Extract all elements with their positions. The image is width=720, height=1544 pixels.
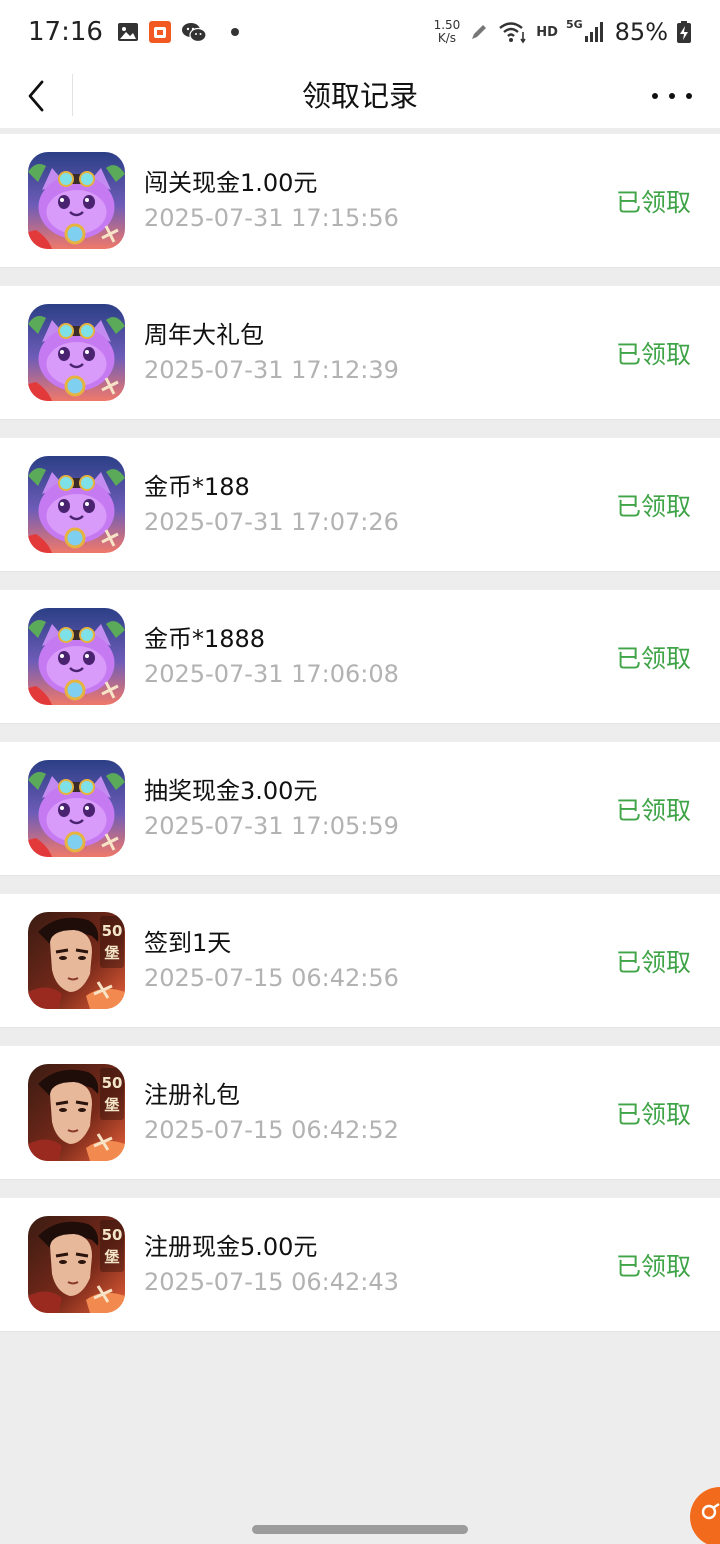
floating-assistant-button[interactable]: [690, 1487, 720, 1544]
record-status: 已领取: [615, 947, 691, 977]
record-row[interactable]: 金币*188 2025-07-31 17:07:26 已领取: [0, 438, 720, 572]
speed-unit: K/s: [437, 31, 457, 45]
gallery-icon: [117, 23, 138, 41]
taobao-app-icon: [148, 21, 171, 43]
record-text: 签到1天 2025-07-15 06:42:56: [144, 927, 616, 995]
chevron-left-icon: [28, 80, 44, 112]
record-time: 2025-07-31 17:06:08: [144, 659, 399, 688]
record-status: 已领取: [615, 187, 691, 217]
cat-game-icon: [28, 304, 125, 401]
cat-game-icon: [28, 760, 125, 857]
hd-indicator: HD: [536, 24, 558, 40]
record-text: 金币*188 2025-07-31 17:07:26: [144, 471, 616, 539]
more-dot-icon: [669, 93, 675, 99]
system-indicators: 1.50 K/s HD 5G 85%: [434, 18, 692, 46]
record-time: 2025-07-15 06:42:43: [144, 1267, 399, 1296]
record-status: 已领取: [615, 339, 691, 369]
back-button[interactable]: [0, 64, 72, 128]
record-status: 已领取: [615, 643, 691, 673]
notification-icons: [117, 21, 239, 43]
record-text: 注册礼包 2025-07-15 06:42:52: [144, 1079, 616, 1147]
pen-icon: [472, 25, 487, 39]
record-time: 2025-07-31 17:15:56: [144, 203, 399, 232]
status-time: 17:16: [28, 17, 103, 47]
record-status: 已领取: [615, 795, 691, 825]
more-options-button[interactable]: [652, 78, 692, 114]
record-text: 周年大礼包 2025-07-31 17:12:39: [144, 319, 616, 387]
record-row[interactable]: 抽奖现金3.00元 2025-07-31 17:05:59 已领取: [0, 742, 720, 876]
record-title: 周年大礼包: [144, 320, 264, 349]
more-notifications-dot: [230, 28, 239, 36]
status-bar: 17:16 1.50 K/s HD 5G 85%: [0, 0, 720, 64]
signal-icon: [584, 22, 603, 42]
home-indicator[interactable]: [252, 1525, 468, 1534]
record-time: 2025-07-15 06:42:52: [144, 1115, 399, 1144]
record-time: 2025-07-31 17:12:39: [144, 355, 399, 384]
nav-divider: [72, 74, 73, 116]
record-text: 抽奖现金3.00元 2025-07-31 17:05:59: [144, 775, 616, 843]
network-type: 5G: [565, 17, 583, 31]
record-title: 注册礼包: [144, 1080, 240, 1109]
record-title: 抽奖现金3.00元: [144, 776, 318, 805]
record-text: 注册现金5.00元 2025-07-15 06:42:43: [144, 1231, 616, 1299]
nav-bar: 领取记录: [0, 64, 720, 128]
record-text: 闯关现金1.00元 2025-07-31 17:15:56: [144, 167, 616, 235]
record-time: 2025-07-15 06:42:56: [144, 963, 399, 992]
network-speed: 1.50 K/s: [434, 19, 461, 45]
warrior-game-icon: 50 堡: [28, 912, 125, 1009]
wifi-icon: [499, 22, 526, 44]
record-row[interactable]: 金币*1888 2025-07-31 17:06:08 已领取: [0, 590, 720, 724]
record-status: 已领取: [615, 491, 691, 521]
cat-game-icon: [28, 608, 125, 705]
page-title: 领取记录: [301, 79, 418, 113]
record-status: 已领取: [615, 1099, 691, 1129]
record-title: 注册现金5.00元: [144, 1232, 318, 1261]
record-title: 金币*1888: [144, 624, 266, 653]
battery-charging-icon: [677, 21, 691, 43]
record-row[interactable]: 闯关现金1.00元 2025-07-31 17:15:56 已领取: [0, 134, 720, 268]
warrior-game-icon: 50 堡: [28, 1216, 125, 1313]
more-dot-icon: [686, 93, 692, 99]
cat-game-icon: [28, 456, 125, 553]
record-row[interactable]: 周年大礼包 2025-07-31 17:12:39 已领取: [0, 286, 720, 420]
record-time: 2025-07-31 17:07:26: [144, 507, 399, 536]
more-dot-icon: [652, 93, 658, 99]
record-row[interactable]: 50 堡 注册现金5.00元 2025-07-15 06:42:43 已领取: [0, 1198, 720, 1332]
record-title: 金币*188: [144, 472, 250, 501]
record-row[interactable]: 50 堡 注册礼包 2025-07-15 06:42:52 已领取: [0, 1046, 720, 1180]
battery-percent: 85%: [614, 18, 668, 46]
warrior-game-icon: 50 堡: [28, 1064, 125, 1161]
cat-game-icon: [28, 152, 125, 249]
record-title: 闯关现金1.00元: [144, 168, 318, 197]
record-list: 闯关现金1.00元 2025-07-31 17:15:56 已领取 周年大礼包 202…: [0, 134, 720, 1350]
record-row[interactable]: 50 堡 签到1天 2025-07-15 06:42:56 已领取: [0, 894, 720, 1028]
link-icon: [701, 1503, 720, 1520]
record-title: 签到1天: [144, 928, 232, 957]
record-status: 已领取: [615, 1251, 691, 1281]
record-time: 2025-07-31 17:05:59: [144, 811, 399, 840]
record-text: 金币*1888 2025-07-31 17:06:08: [144, 623, 616, 691]
wechat-icon: [181, 23, 207, 43]
